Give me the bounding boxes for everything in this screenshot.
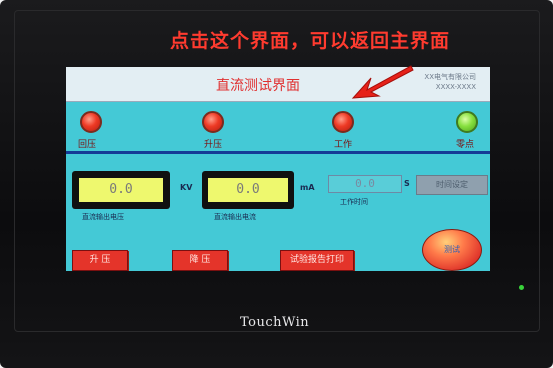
timer-unit: S xyxy=(404,179,410,188)
time-set-button[interactable]: 时间设定 xyxy=(416,175,488,195)
lamp-label-zero: 零点 xyxy=(456,140,475,150)
brand-line-2: XXXX-XXXX xyxy=(435,83,476,91)
title-bar[interactable]: 直流测试界面 XX电气有限公司 XXXX-XXXX xyxy=(66,67,490,102)
screen-title[interactable]: 直流测试界面 xyxy=(216,75,300,95)
lower-button[interactable]: 降 压 xyxy=(172,250,228,271)
pointer-arrow-icon xyxy=(351,65,414,99)
lamp-raise-icon xyxy=(202,111,224,133)
lamp-return-icon xyxy=(80,111,102,133)
raise-button[interactable]: 升 压 xyxy=(72,250,128,271)
divider-line xyxy=(66,151,490,154)
hmi-screen: 直流测试界面 XX电气有限公司 XXXX-XXXX 回压 升压 工作 零点 0.… xyxy=(66,67,490,271)
lamp-zero-icon xyxy=(456,111,478,133)
lamp-label-return: 回压 xyxy=(78,140,97,150)
photo-caption: 点击这个界面，可以返回主界面 xyxy=(170,30,451,52)
power-led-icon xyxy=(519,285,524,290)
lamp-work-icon xyxy=(332,111,354,133)
report-button[interactable]: 试验报告打印 xyxy=(280,250,354,271)
timer-readout: 0.0 xyxy=(328,175,402,193)
lamp-label-raise: 升压 xyxy=(204,140,223,150)
test-button[interactable]: 测试 xyxy=(422,229,482,271)
lamp-label-work: 工作 xyxy=(334,140,353,150)
voltage-unit: KV xyxy=(180,183,193,192)
device-logo: TouchWin xyxy=(240,315,310,330)
brand-block: XX电气有限公司 XXXX-XXXX xyxy=(424,72,476,92)
current-label: 直流输出电流 xyxy=(214,213,256,221)
voltage-label: 直流输出电压 xyxy=(82,213,124,221)
timer-label: 工作时间 xyxy=(340,198,368,206)
current-unit: mA xyxy=(300,183,315,192)
brand-line-1: XX电气有限公司 xyxy=(424,73,476,81)
voltage-readout: 0.0 xyxy=(79,178,163,202)
current-readout: 0.0 xyxy=(208,178,288,202)
